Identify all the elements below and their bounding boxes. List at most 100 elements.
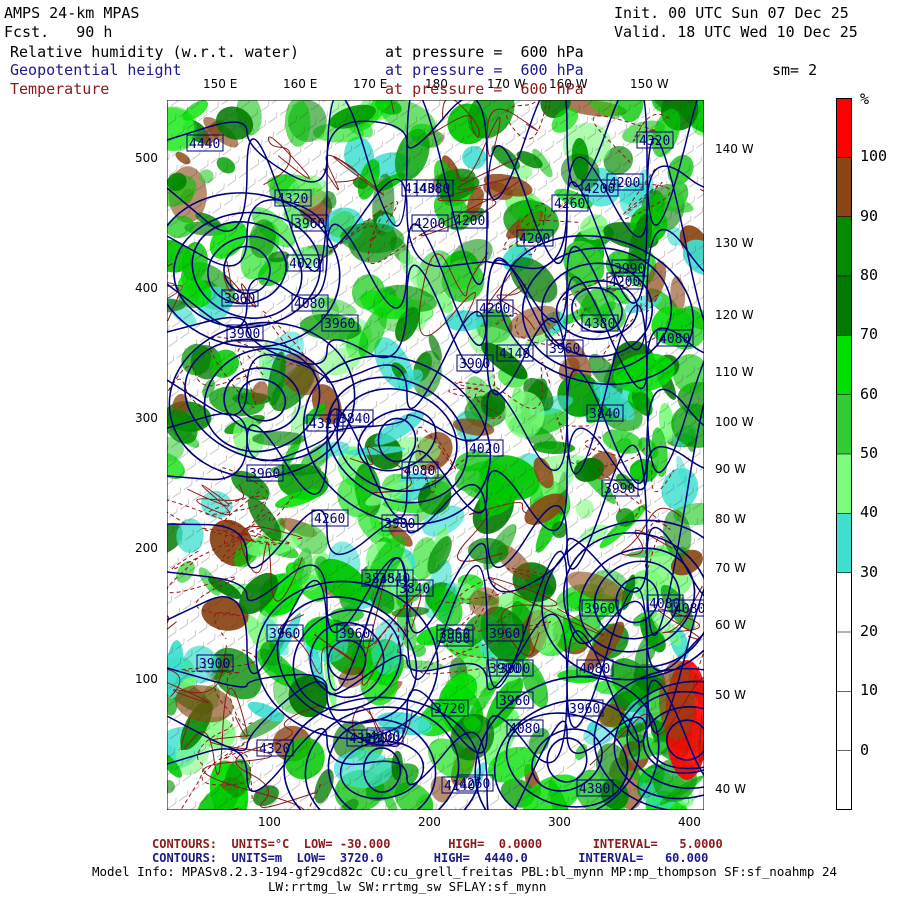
x-tick-label: 400 bbox=[678, 815, 701, 829]
right-lon-label: 100 W bbox=[715, 415, 754, 429]
colorbar-segment bbox=[836, 454, 852, 514]
height-contour-label: 4080 bbox=[506, 719, 544, 737]
height-contour-label: 4320 bbox=[636, 131, 674, 149]
svg-text:4080: 4080 bbox=[579, 662, 610, 677]
svg-text:4080: 4080 bbox=[649, 597, 680, 612]
height-contour-label: 3960 bbox=[336, 624, 374, 642]
x-tick-label: 300 bbox=[548, 815, 571, 829]
height-contour-label: 4020 bbox=[286, 254, 324, 272]
right-lon-label: 70 W bbox=[715, 561, 746, 575]
svg-text:3960: 3960 bbox=[569, 702, 600, 717]
forecast-hour: Fcst. 90 h bbox=[4, 23, 113, 41]
height-contour-label: 3960 bbox=[546, 339, 584, 357]
svg-text:4260: 4260 bbox=[554, 197, 585, 212]
height-contour-label: 3960 bbox=[486, 624, 524, 642]
svg-text:4080: 4080 bbox=[659, 332, 690, 347]
height-contour-label: 3960 bbox=[266, 624, 304, 642]
colorbar-segment bbox=[836, 632, 852, 692]
height-contour-label: 4200 bbox=[366, 727, 404, 745]
height-contour-label: 4080 bbox=[576, 659, 614, 677]
colorbar-label: 20 bbox=[860, 622, 879, 640]
svg-text:3960: 3960 bbox=[584, 602, 615, 617]
height-contour-label: 3960 bbox=[246, 464, 284, 482]
height-contour-label: 4260 bbox=[311, 509, 349, 527]
height-contour-label: 3900 bbox=[196, 654, 234, 672]
svg-text:4140: 4140 bbox=[404, 182, 435, 197]
height-contour-label: 4020 bbox=[466, 439, 504, 457]
colorbar-segment bbox=[836, 572, 852, 633]
svg-text:3960: 3960 bbox=[499, 694, 530, 709]
svg-text:4200: 4200 bbox=[369, 730, 400, 745]
right-lon-label: 120 W bbox=[715, 308, 754, 322]
height-contour-label: 4320 bbox=[306, 414, 344, 432]
x-tick-label: 100 bbox=[258, 815, 281, 829]
height-contour-label: 3960 bbox=[321, 314, 359, 332]
svg-text:3960: 3960 bbox=[294, 217, 325, 232]
height-contour-label: 3845 bbox=[361, 569, 399, 587]
height-contour-label: 4320 bbox=[274, 189, 312, 207]
svg-text:4200: 4200 bbox=[479, 302, 510, 317]
y-tick-label: 400 bbox=[135, 281, 158, 295]
height-contour-label: 3840 bbox=[586, 404, 624, 422]
colorbar-label: 70 bbox=[860, 325, 879, 344]
right-lon-label: 40 W bbox=[715, 782, 746, 796]
right-lon-label: 90 W bbox=[715, 462, 746, 476]
model-title: AMPS 24-km MPAS bbox=[4, 4, 140, 22]
height-contour-label: 4140 bbox=[401, 179, 439, 197]
field-height-name: Geopotential height bbox=[10, 61, 182, 79]
colorbar-label: 90 bbox=[860, 206, 879, 225]
height-contour-label: 4200 bbox=[451, 211, 489, 229]
height-contour-label: 3840 bbox=[336, 409, 374, 427]
height-contour-label: 3900 bbox=[226, 324, 264, 342]
colorbar-unit: % bbox=[860, 90, 870, 108]
init-time: Init. 00 UTC Sun 07 Dec 25 bbox=[614, 4, 849, 22]
svg-text:3960: 3960 bbox=[224, 292, 255, 307]
svg-text:3900: 3900 bbox=[489, 662, 520, 677]
height-contour-label: 3990 bbox=[611, 259, 649, 277]
model-info: Model Info: MPASv8.2.3-194-gf29cd82c CU:… bbox=[92, 864, 838, 879]
y-tick-label: 100 bbox=[135, 672, 158, 686]
svg-text:3960: 3960 bbox=[339, 627, 370, 642]
height-contour-label: 3960 bbox=[566, 699, 604, 717]
height-contour-label: 4080 bbox=[656, 329, 694, 347]
colorbar-label: 60 bbox=[860, 384, 879, 403]
height-contour-label: 3960 bbox=[496, 691, 534, 709]
right-lon-label: 110 W bbox=[715, 365, 754, 379]
colorbar-label: 0 bbox=[860, 740, 870, 759]
svg-text:3900: 3900 bbox=[199, 657, 230, 672]
height-contour-label: 3980 bbox=[381, 514, 419, 532]
svg-text:4320: 4320 bbox=[309, 417, 340, 432]
y-tick-label: 500 bbox=[135, 151, 158, 165]
svg-text:4260: 4260 bbox=[314, 512, 345, 527]
svg-text:4080: 4080 bbox=[404, 464, 435, 479]
svg-text:3900: 3900 bbox=[229, 327, 260, 342]
height-contour-label: 4320 bbox=[256, 739, 294, 757]
svg-text:4200: 4200 bbox=[454, 214, 485, 229]
colorbar-label: 80 bbox=[860, 266, 879, 284]
svg-text:3980: 3980 bbox=[384, 517, 415, 532]
svg-text:4020: 4020 bbox=[289, 257, 320, 272]
colorbar-segment bbox=[836, 394, 852, 455]
svg-text:4140: 4140 bbox=[444, 779, 475, 794]
height-contour-label: 3960 bbox=[581, 599, 619, 617]
svg-text:4380: 4380 bbox=[579, 782, 610, 797]
right-lon-label: 80 W bbox=[715, 512, 746, 526]
svg-text:3900: 3900 bbox=[459, 357, 490, 372]
svg-text:4080: 4080 bbox=[294, 297, 325, 312]
svg-text:3960: 3960 bbox=[489, 627, 520, 642]
right-lon-label: 50 W bbox=[715, 688, 746, 702]
colorbar-segment bbox=[836, 157, 852, 218]
height-contour-label: 4260 bbox=[551, 194, 589, 212]
field-temp-pressure: at pressure = 600 hPa bbox=[385, 80, 584, 98]
right-lon-label: 60 W bbox=[715, 618, 746, 632]
height-contour-label: 4140 bbox=[496, 344, 534, 362]
height-contour-info: CONTOURS: UNITS=m LOW= 3720.0 HIGH= 4440… bbox=[152, 851, 709, 865]
height-contour-label: 3900 bbox=[456, 354, 494, 372]
svg-text:4020: 4020 bbox=[469, 442, 500, 457]
height-contour-label: 4440 bbox=[186, 134, 224, 152]
map-plot: 4320432042004380420042004260414042003960… bbox=[167, 100, 704, 810]
field-rh-name: Relative humidity (w.r.t. water) bbox=[10, 43, 299, 61]
height-contour-label: 4080 bbox=[291, 294, 329, 312]
y-tick-label: 300 bbox=[135, 411, 158, 425]
top-lon-label: 150 E bbox=[203, 77, 238, 91]
